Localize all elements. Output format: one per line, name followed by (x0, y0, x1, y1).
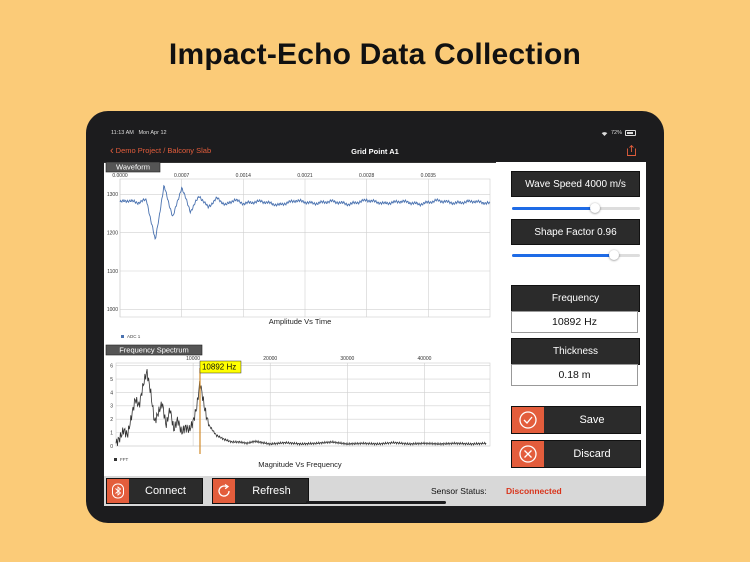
waveform-title: Amplitude Vs Time (269, 317, 332, 326)
wave-speed-slider[interactable] (512, 203, 640, 213)
status-time-date: 11:13 AM Mon Apr 12 (111, 130, 167, 136)
spectrum-x-tick-label: 20000 (263, 356, 277, 362)
bluetooth-icon (112, 483, 124, 499)
spectrum-y-tick-label: 1 (110, 430, 113, 436)
discard-icon-holder (512, 441, 544, 467)
waveform-x-ticks: 0.0000 0.0007 0.0014 0.0021 0.0028 0.0035 (112, 173, 436, 179)
spectrum-series-line (115, 369, 487, 447)
save-icon-holder (512, 407, 544, 433)
waveform-x-tick-label: 0.0007 (174, 173, 190, 179)
spectrum-y-tick-label: 2 (110, 417, 113, 423)
waveform-legend-label: ADC 1 (127, 334, 141, 339)
refresh-label: Refresh (252, 485, 291, 497)
connect-button[interactable]: Connect (106, 478, 203, 504)
spectrum-x-tick-label: 30000 (340, 356, 354, 362)
wave-speed-button[interactable]: Wave Speed 4000 m/s (511, 171, 640, 197)
thickness-header: Thickness (511, 338, 640, 365)
waveform-legend-swatch (121, 335, 124, 338)
waveform-y-ticks: 1300 1200 1100 1000 (107, 192, 118, 313)
spectrum-y-tick-label: 5 (110, 377, 113, 383)
waveform-x-tick-label: 0.0000 (112, 173, 128, 179)
spectrum-y-ticks: 6 5 4 3 2 1 0 (110, 363, 113, 449)
status-bar: 11:13 AM Mon Apr 12 72% (104, 126, 646, 140)
waveform-chart: Waveform 0.0000 0.0007 0.0014 0.0021 0.0028 0… (105, 161, 491, 339)
spectrum-grid (115, 362, 491, 447)
waveform-y-tick-label: 1300 (107, 192, 118, 198)
connect-icon-holder (107, 479, 129, 503)
wave-speed-slider-fill (512, 207, 596, 210)
sensor-status-label: Sensor Status: (431, 486, 487, 496)
shape-factor-slider[interactable] (512, 250, 640, 260)
frequency-label: Frequency (551, 293, 600, 304)
frequency-value: 10892 Hz (552, 316, 597, 328)
spectrum-tab-label: Frequency Spectrum (119, 346, 189, 355)
shape-factor-slider-fill (512, 254, 615, 257)
close-circle-icon (519, 445, 537, 463)
spectrum-legend-label: FFT (120, 457, 128, 462)
refresh-icon (218, 483, 230, 497)
waveform-x-tick-label: 0.0035 (421, 173, 437, 179)
discard-label: Discard (573, 448, 611, 460)
check-circle-icon (519, 411, 537, 429)
waveform-tab-label: Waveform (116, 163, 150, 172)
refresh-button[interactable]: Refresh (212, 478, 309, 504)
shape-factor-button[interactable]: Shape Factor 0.96 (511, 219, 640, 245)
save-label: Save (579, 414, 605, 426)
shape-factor-slider-knob[interactable] (609, 250, 620, 260)
refresh-icon-holder (213, 479, 235, 503)
app-screen: 11:13 AM Mon Apr 12 72% ‹ Demo Project /… (104, 126, 646, 506)
waveform-y-tick-label: 1100 (107, 269, 118, 275)
charts-svg: Waveform 0.0000 0.0007 0.0014 0.0021 0.0028 0… (105, 161, 491, 469)
spectrum-y-tick-label: 0 (110, 444, 113, 450)
wave-speed-slider-knob[interactable] (590, 203, 601, 213)
save-button[interactable]: Save (511, 406, 641, 434)
page-headline: Impact-Echo Data Collection (168, 38, 582, 71)
battery-icon (625, 130, 636, 136)
thickness-value-box: 0.18 m (511, 364, 638, 386)
frequency-annotation-label: 10892 Hz (202, 363, 236, 372)
spectrum-y-tick-label: 3 (110, 404, 113, 410)
wifi-icon (601, 131, 608, 136)
frequency-value-box: 10892 Hz (511, 311, 638, 333)
page-title: Grid Point A1 (351, 147, 399, 156)
wave-speed-label: Wave Speed 4000 m/s (525, 178, 626, 190)
status-date: Mon Apr 12 (138, 130, 167, 136)
thickness-value: 0.18 m (558, 369, 591, 381)
waveform-x-tick-label: 0.0021 (297, 173, 313, 179)
navigation-bar: ‹ Demo Project / Balcony Slab Grid Point… (104, 140, 646, 163)
waveform-x-tick-label: 0.0028 (359, 173, 375, 179)
waveform-y-tick-label: 1200 (107, 230, 118, 236)
home-indicator (306, 501, 446, 504)
discard-button[interactable]: Discard (511, 440, 641, 468)
shape-factor-label: Shape Factor 0.96 (534, 226, 617, 238)
share-icon[interactable] (627, 145, 636, 156)
spectrum-x-tick-label: 10000 (186, 356, 200, 362)
sensor-status-value: Disconnected (506, 486, 562, 496)
thickness-label: Thickness (552, 346, 598, 357)
spectrum-chart: Frequency Spectrum 10000 20000 30000 40000 … (105, 344, 491, 469)
spectrum-title: Magnitude Vs Frequency (258, 460, 342, 469)
spectrum-y-tick-label: 6 (110, 363, 113, 369)
spectrum-plot-frame (115, 362, 491, 447)
status-right: 72% (601, 130, 636, 136)
spectrum-x-tick-label: 40000 (418, 356, 432, 362)
battery-percent: 72% (610, 130, 622, 136)
status-time: 11:13 AM (111, 130, 134, 136)
waveform-x-tick-label: 0.0014 (236, 173, 252, 179)
control-panel: Wave Speed 4000 m/s Shape Factor 0.96 Fr… (496, 162, 646, 476)
charts-area: Waveform 0.0000 0.0007 0.0014 0.0021 0.0028 0… (104, 161, 496, 476)
spectrum-legend-swatch (114, 458, 117, 461)
connect-label: Connect (145, 485, 186, 497)
spectrum-y-tick-label: 4 (110, 390, 113, 396)
frequency-header: Frequency (511, 285, 640, 312)
waveform-y-tick-label: 1000 (107, 307, 118, 313)
